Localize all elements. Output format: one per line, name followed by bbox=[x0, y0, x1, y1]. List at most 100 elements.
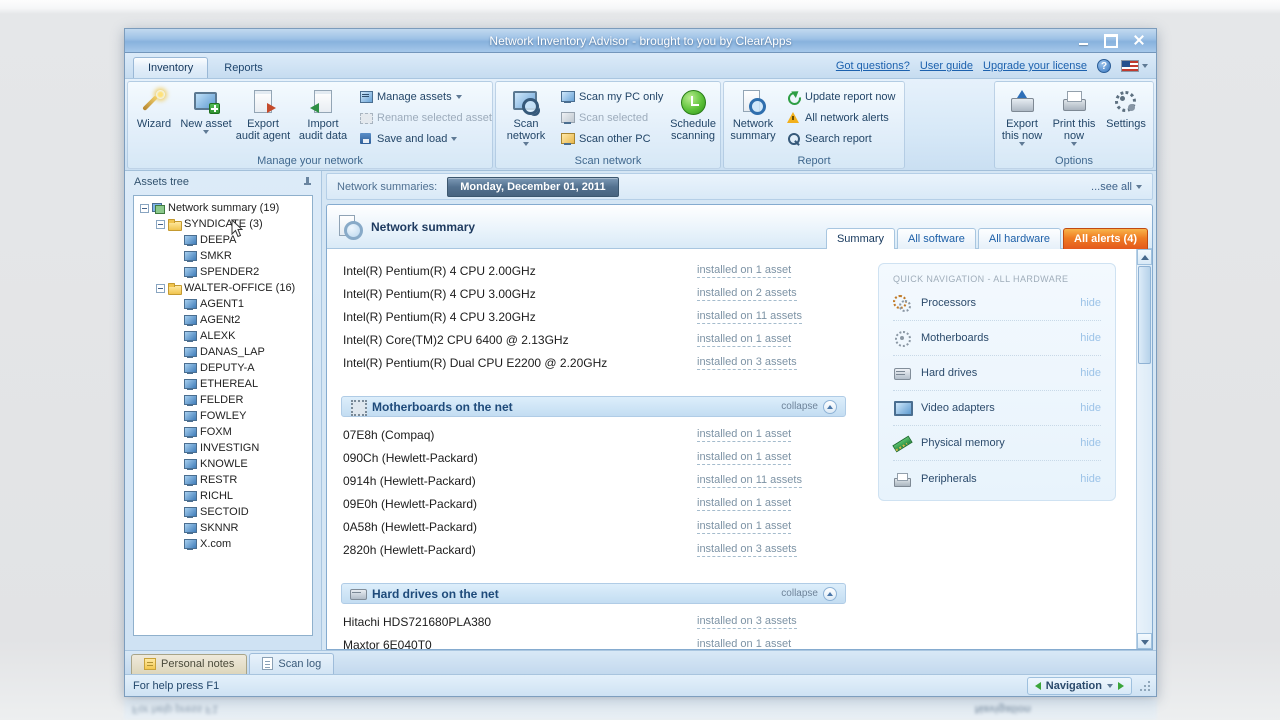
scrollbar-thumb[interactable] bbox=[1138, 266, 1151, 364]
tree-item[interactable]: DEEPA bbox=[136, 232, 310, 248]
tree-item[interactable]: SYNDICATE (3) bbox=[136, 216, 310, 232]
installed-on-link[interactable]: installed on 1 asset bbox=[697, 264, 792, 278]
tree-item[interactable]: SKNNR bbox=[136, 520, 310, 536]
tab-inventory[interactable]: Inventory bbox=[133, 57, 209, 78]
resize-grip[interactable] bbox=[1138, 678, 1152, 694]
scroll-up-button[interactable] bbox=[1137, 249, 1152, 265]
tree-item[interactable]: ETHEREAL bbox=[136, 376, 310, 392]
tree-item[interactable]: SPENDER2 bbox=[136, 264, 310, 280]
tab-reports[interactable]: Reports bbox=[210, 58, 277, 78]
export-this-now-button[interactable]: Export this now bbox=[997, 84, 1047, 152]
scan-log-tab[interactable]: Scan log bbox=[249, 653, 335, 674]
settings-button[interactable]: Settings bbox=[1101, 84, 1151, 152]
installed-on-link[interactable]: installed on 1 asset bbox=[697, 451, 792, 465]
tree-item[interactable]: AGENT1 bbox=[136, 296, 310, 312]
expand-collapse-icon[interactable] bbox=[140, 203, 149, 213]
pin-icon[interactable] bbox=[302, 176, 312, 188]
maximize-button[interactable] bbox=[1102, 33, 1120, 48]
installed-on-link[interactable]: installed on 3 assets bbox=[697, 356, 797, 370]
installed-on-link[interactable]: installed on 11 assets bbox=[697, 310, 802, 324]
tree-item[interactable]: FOWLEY bbox=[136, 408, 310, 424]
tree-item[interactable]: Network summary (19) bbox=[136, 200, 310, 216]
import-audit-data-button[interactable]: Import audit data bbox=[294, 84, 352, 152]
link-upgrade-license[interactable]: Upgrade your license bbox=[983, 60, 1087, 72]
tab-summary[interactable]: Summary bbox=[825, 228, 896, 249]
scroll-down-button[interactable] bbox=[1137, 633, 1152, 649]
quick-nav-item[interactable]: Processors hide bbox=[893, 286, 1101, 321]
collapse-button[interactable] bbox=[823, 399, 837, 414]
nav-forward-icon[interactable] bbox=[1118, 681, 1124, 690]
tab-all-hardware[interactable]: All hardware bbox=[977, 228, 1062, 249]
installed-on-link[interactable]: installed on 11 assets bbox=[697, 474, 802, 488]
help-icon[interactable] bbox=[1097, 59, 1111, 73]
tree-item[interactable]: INVESTIGN bbox=[136, 440, 310, 456]
quick-nav-item[interactable]: Motherboards hide bbox=[893, 321, 1101, 356]
manage-assets-button[interactable]: Manage assets bbox=[354, 86, 500, 107]
tab-all-software[interactable]: All software bbox=[897, 228, 976, 249]
installed-on-link[interactable]: installed on 1 asset bbox=[697, 638, 791, 650]
hide-link[interactable]: hide bbox=[1080, 473, 1101, 485]
export-audit-agent-button[interactable]: Export audit agent bbox=[234, 84, 292, 152]
tree-item[interactable]: DANAS_LAP bbox=[136, 344, 310, 360]
tree-item[interactable]: WALTER-OFFICE (16) bbox=[136, 280, 310, 296]
close-button[interactable] bbox=[1130, 33, 1148, 48]
quick-nav-item[interactable]: Physical memory hide bbox=[893, 426, 1101, 461]
installed-on-link[interactable]: installed on 3 assets bbox=[697, 543, 797, 557]
new-asset-button[interactable]: New asset bbox=[180, 84, 232, 152]
expand-collapse-icon[interactable] bbox=[156, 219, 165, 229]
see-all-link[interactable]: ...see all bbox=[1091, 181, 1142, 193]
navigation-widget[interactable]: Navigation bbox=[1026, 676, 1132, 695]
tree-item[interactable]: FOXM bbox=[136, 424, 310, 440]
tree-item[interactable]: X.com bbox=[136, 536, 310, 552]
tree-item[interactable]: RICHL bbox=[136, 488, 310, 504]
tree-item[interactable]: AGENt2 bbox=[136, 312, 310, 328]
update-report-button[interactable]: Update report now bbox=[782, 86, 902, 107]
tab-all-alerts[interactable]: All alerts (4) bbox=[1063, 228, 1148, 249]
installed-on-link[interactable]: installed on 1 asset bbox=[697, 520, 792, 534]
wizard-button[interactable]: Wizard bbox=[130, 84, 178, 152]
hide-link[interactable]: hide bbox=[1080, 332, 1101, 344]
title-bar[interactable]: Network Inventory Advisor - brought to y… bbox=[125, 29, 1156, 53]
tree-item[interactable]: DEPUTY-A bbox=[136, 360, 310, 376]
scan-other-pc-button[interactable]: Scan other PC bbox=[556, 128, 660, 149]
tree-item[interactable]: ALEXK bbox=[136, 328, 310, 344]
save-and-load-button[interactable]: Save and load bbox=[354, 128, 500, 149]
network-summary-button[interactable]: Network summary bbox=[726, 84, 780, 152]
installed-on-link[interactable]: installed on 2 assets bbox=[697, 287, 797, 301]
tree-item[interactable]: SECTOID bbox=[136, 504, 310, 520]
collapse-button[interactable] bbox=[823, 586, 837, 601]
summary-date-button[interactable]: Monday, December 01, 2011 bbox=[447, 176, 619, 197]
scan-my-pc-button[interactable]: Scan my PC only bbox=[556, 86, 663, 107]
tree-item[interactable]: RESTR bbox=[136, 472, 310, 488]
personal-notes-tab[interactable]: Personal notes bbox=[131, 654, 248, 674]
language-selector[interactable] bbox=[1121, 60, 1148, 72]
quick-nav-item[interactable]: Hard drives hide bbox=[893, 356, 1101, 391]
installed-on-link[interactable]: installed on 1 asset bbox=[697, 333, 792, 347]
network-alerts-button[interactable]: All network alerts bbox=[782, 107, 902, 128]
expand-collapse-icon[interactable] bbox=[156, 283, 165, 293]
search-report-button[interactable]: Search report bbox=[782, 128, 902, 149]
scan-selected-button[interactable]: Scan selected bbox=[556, 107, 660, 128]
hide-link[interactable]: hide bbox=[1080, 297, 1101, 309]
hide-link[interactable]: hide bbox=[1080, 437, 1101, 449]
link-got-questions[interactable]: Got questions? bbox=[836, 60, 910, 72]
schedule-scanning-button[interactable]: Schedule scanning bbox=[662, 84, 724, 152]
hide-link[interactable]: hide bbox=[1080, 367, 1101, 379]
tree-item[interactable]: SMKR bbox=[136, 248, 310, 264]
motherboards-rows: 07E8h (Compaq) installed on 1 asset 090C… bbox=[341, 423, 846, 561]
rename-asset-button[interactable]: Rename selected asset bbox=[354, 107, 500, 128]
tree-item[interactable]: FELDER bbox=[136, 392, 310, 408]
installed-on-link[interactable]: installed on 1 asset bbox=[697, 428, 792, 442]
link-user-guide[interactable]: User guide bbox=[920, 60, 973, 72]
print-this-now-button[interactable]: Print this now bbox=[1049, 84, 1099, 152]
scan-network-button[interactable]: Scan network bbox=[498, 84, 554, 152]
minimize-button[interactable] bbox=[1074, 33, 1092, 48]
quick-nav-item[interactable]: Video adapters hide bbox=[893, 391, 1101, 426]
nav-back-icon[interactable] bbox=[1034, 681, 1041, 690]
quick-nav-item[interactable]: Peripherals hide bbox=[893, 461, 1101, 496]
installed-on-link[interactable]: installed on 3 assets bbox=[697, 615, 797, 629]
installed-on-link[interactable]: installed on 1 asset bbox=[697, 497, 792, 511]
vertical-scrollbar[interactable] bbox=[1136, 249, 1152, 649]
tree-item[interactable]: KNOWLE bbox=[136, 456, 310, 472]
hide-link[interactable]: hide bbox=[1080, 402, 1101, 414]
